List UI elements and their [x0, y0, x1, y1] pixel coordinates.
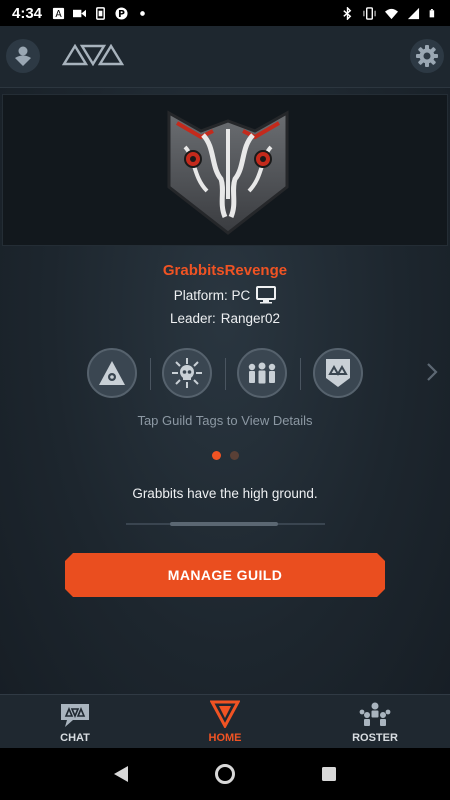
leader-name: Ranger02	[220, 311, 281, 326]
chat-icon	[61, 704, 89, 727]
vibrate-icon	[363, 6, 376, 20]
guild-tag-1[interactable]	[87, 348, 137, 398]
tab-chat-label: CHAT	[60, 732, 90, 744]
guild-name: GrabbitsRevenge	[162, 262, 288, 279]
chevron-right-icon[interactable]	[426, 362, 438, 382]
top-bar	[0, 26, 450, 88]
badge-shield-tag-icon	[326, 359, 350, 387]
platform-row: Platform: PC	[0, 286, 450, 304]
status-time: 4:34	[12, 4, 43, 22]
guild-tag-4[interactable]	[313, 348, 363, 398]
tap-hint: Tap Guild Tags to View Details	[137, 413, 313, 428]
recents-icon[interactable]	[320, 765, 338, 783]
a-box-icon: A	[52, 7, 65, 20]
motto-scroll-thumb[interactable]	[170, 522, 278, 526]
profile-button[interactable]	[6, 39, 40, 73]
signal-icon	[407, 7, 420, 19]
pager-dot[interactable]	[229, 451, 239, 460]
app-screen: GrabbitsRevenge Platform: PC Leader: Ran…	[0, 26, 450, 748]
home-icon	[210, 700, 240, 728]
triangle-eye-tag-icon	[99, 361, 125, 385]
tag-divider	[300, 358, 301, 390]
tag-divider	[150, 358, 151, 390]
triangles-logo	[62, 44, 124, 66]
guild-tags	[0, 348, 450, 398]
video-icon	[73, 9, 87, 17]
svg-text:P: P	[118, 9, 125, 20]
skull-emblem	[167, 110, 289, 235]
tab-roster[interactable]: ROSTER	[300, 695, 450, 748]
status-bar: 4:34 A P	[0, 0, 450, 26]
tab-roster-label: ROSTER	[352, 732, 398, 744]
tab-chat[interactable]: CHAT	[0, 695, 150, 748]
bluetooth-icon	[343, 6, 352, 20]
status-right-icons	[341, 6, 438, 20]
skull-burst-tag-icon	[172, 358, 202, 388]
battery-icon	[429, 8, 435, 17]
battery-saver-icon	[96, 6, 105, 20]
platform-text: Platform: PC	[173, 287, 251, 303]
svg-text:A: A	[55, 9, 62, 20]
leader-label: Leader:	[169, 311, 216, 326]
gear-icon	[416, 45, 438, 67]
guild-motto: Grabbits have the high ground.	[132, 486, 318, 501]
pager-dot-active[interactable]	[211, 451, 221, 460]
back-icon[interactable]	[112, 765, 130, 783]
tab-home-label: HOME	[208, 732, 242, 744]
tag-divider	[225, 358, 226, 390]
settings-button[interactable]	[410, 39, 444, 73]
home-circle-icon[interactable]	[214, 763, 236, 785]
status-left-icons: A P	[52, 6, 149, 20]
tab-home[interactable]: HOME	[150, 695, 300, 748]
monitor-icon	[256, 286, 277, 304]
manage-guild-button[interactable]: MANAGE GUILD	[65, 553, 385, 597]
guild-banner	[2, 94, 448, 246]
wifi-icon	[385, 8, 398, 19]
guild-tag-3[interactable]	[237, 348, 287, 398]
dot-icon	[140, 10, 145, 16]
group-tag-icon	[248, 362, 276, 384]
guild-tag-2[interactable]	[162, 348, 212, 398]
p-icon: P	[115, 6, 128, 20]
pager-dots	[0, 451, 450, 460]
leader-row: Leader: Ranger02	[0, 311, 450, 326]
roster-icon	[359, 702, 391, 726]
system-nav-bar	[0, 748, 450, 800]
profile-icon	[15, 46, 31, 66]
tab-bar: CHAT HOME ROSTER	[0, 694, 450, 748]
